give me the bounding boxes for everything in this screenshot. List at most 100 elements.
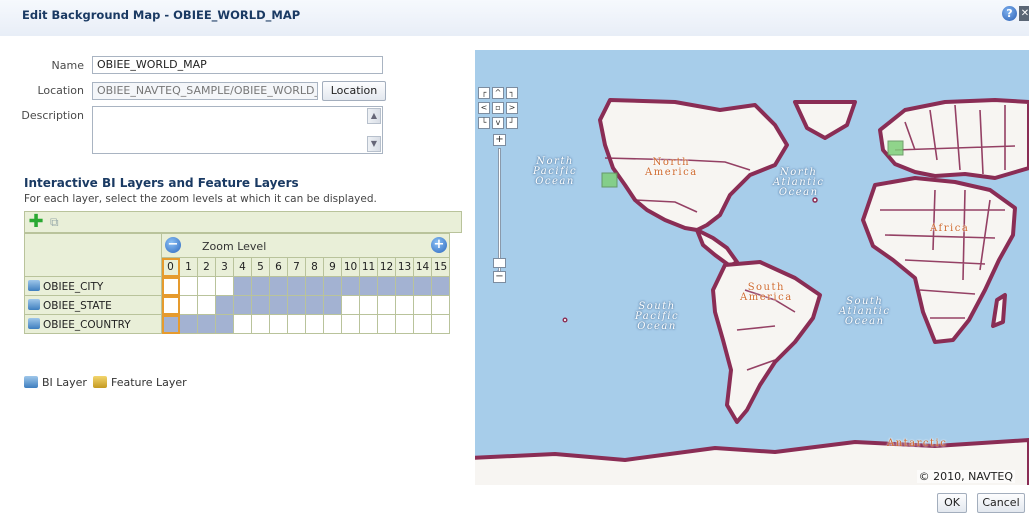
zoom-cell[interactable] <box>395 314 414 334</box>
pan-west-icon[interactable]: < <box>478 102 490 114</box>
label-south-america: South America <box>740 282 793 303</box>
zoom-cell[interactable] <box>179 276 198 296</box>
zoom-cell[interactable] <box>287 276 306 296</box>
zoom-out-icon[interactable]: − <box>165 237 181 253</box>
ok-button[interactable]: OK <box>937 493 967 513</box>
zoom-cell[interactable] <box>359 314 378 334</box>
zoom-cell[interactable] <box>233 276 252 296</box>
zoom-cell[interactable] <box>161 295 180 315</box>
layers-section-subtitle: For each layer, select the zoom levels a… <box>24 193 377 205</box>
europe-landmass <box>878 98 1029 180</box>
zoom-cell[interactable] <box>431 295 450 315</box>
pan-southwest-icon[interactable]: └ <box>478 117 490 129</box>
zoom-cell[interactable] <box>431 276 450 296</box>
zoom-level-11[interactable]: 11 <box>359 257 378 277</box>
layers-section-title: Interactive BI Layers and Feature Layers <box>24 176 299 190</box>
map-zoom-in-icon[interactable]: + <box>493 134 506 146</box>
zoom-level-15[interactable]: 15 <box>431 257 450 277</box>
zoom-level-14[interactable]: 14 <box>413 257 432 277</box>
scroll-down-icon[interactable]: ▼ <box>367 136 381 152</box>
zoom-cell[interactable] <box>251 295 270 315</box>
zoom-cell[interactable] <box>377 314 396 334</box>
background-map[interactable]: ┌ ^ ┐ < ▫ > └ v ┘ + − North Pacific Ocean … <box>475 50 1029 485</box>
feature-layers-icon[interactable]: ⧉ <box>50 215 66 230</box>
zoom-cell[interactable] <box>377 295 396 315</box>
zoom-cell[interactable] <box>305 295 324 315</box>
location-button[interactable]: Location <box>322 81 386 101</box>
layer-name-cell[interactable]: OBIEE_CITY <box>24 276 162 296</box>
map-zoom-slider-thumb[interactable] <box>493 258 506 268</box>
pan-northwest-icon[interactable]: ┌ <box>478 87 490 99</box>
zoom-cell[interactable] <box>359 276 378 296</box>
zoom-cell[interactable] <box>215 314 234 334</box>
zoom-cell[interactable] <box>413 314 432 334</box>
zoom-cell[interactable] <box>341 295 360 315</box>
zoom-cell[interactable] <box>197 314 216 334</box>
zoom-cell[interactable] <box>197 295 216 315</box>
zoom-cell[interactable] <box>413 295 432 315</box>
zoom-cell[interactable] <box>323 314 342 334</box>
zoom-cell[interactable] <box>161 314 180 334</box>
name-field[interactable]: OBIEE_WORLD_MAP <box>92 56 383 74</box>
zoom-level-1[interactable]: 1 <box>179 257 198 277</box>
scroll-up-icon[interactable]: ▲ <box>367 108 381 124</box>
label-south-pacific: South Pacific Ocean <box>635 301 680 332</box>
zoom-level-4[interactable]: 4 <box>233 257 252 277</box>
zoom-cell[interactable] <box>323 295 342 315</box>
zoom-cell[interactable] <box>413 276 432 296</box>
grid-header-blank <box>24 233 162 277</box>
zoom-level-5[interactable]: 5 <box>251 257 270 277</box>
zoom-cell[interactable] <box>287 295 306 315</box>
zoom-cell[interactable] <box>215 295 234 315</box>
zoom-cell[interactable] <box>395 276 414 296</box>
layers-toolbar: ✚ ⧉ <box>24 211 462 233</box>
zoom-cell[interactable] <box>287 314 306 334</box>
pan-northeast-icon[interactable]: ┐ <box>506 87 518 99</box>
zoom-cell[interactable] <box>215 276 234 296</box>
description-textarea[interactable]: ▲ ▼ <box>92 106 383 154</box>
zoom-cell[interactable] <box>359 295 378 315</box>
zoom-cell[interactable] <box>179 314 198 334</box>
zoom-cell[interactable] <box>305 314 324 334</box>
add-layer-icon[interactable]: ✚ <box>28 213 44 231</box>
layer-name-cell[interactable]: OBIEE_COUNTRY <box>24 314 162 334</box>
zoom-cell[interactable] <box>179 295 198 315</box>
zoom-level-2[interactable]: 2 <box>197 257 216 277</box>
zoom-cell[interactable] <box>251 276 270 296</box>
zoom-cell[interactable] <box>395 295 414 315</box>
zoom-level-8[interactable]: 8 <box>305 257 324 277</box>
zoom-level-7[interactable]: 7 <box>287 257 306 277</box>
zoom-level-6[interactable]: 6 <box>269 257 288 277</box>
zoom-level-10[interactable]: 10 <box>341 257 360 277</box>
zoom-cell[interactable] <box>251 314 270 334</box>
zoom-level-0[interactable]: 0 <box>161 257 180 277</box>
zoom-cell[interactable] <box>305 276 324 296</box>
zoom-in-icon[interactable]: + <box>431 237 447 253</box>
pan-south-icon[interactable]: v <box>492 117 504 129</box>
pan-center-icon[interactable]: ▫ <box>492 102 504 114</box>
zoom-level-13[interactable]: 13 <box>395 257 414 277</box>
zoom-cell[interactable] <box>269 276 288 296</box>
zoom-level-9[interactable]: 9 <box>323 257 342 277</box>
pan-north-icon[interactable]: ^ <box>492 87 504 99</box>
zoom-cell[interactable] <box>341 314 360 334</box>
close-icon[interactable]: ✕ <box>1019 6 1029 21</box>
zoom-cell[interactable] <box>161 276 180 296</box>
zoom-cell[interactable] <box>323 276 342 296</box>
cancel-button[interactable]: Cancel <box>977 493 1025 513</box>
pan-southeast-icon[interactable]: ┘ <box>506 117 518 129</box>
layer-name-cell[interactable]: OBIEE_STATE <box>24 295 162 315</box>
pan-east-icon[interactable]: > <box>506 102 518 114</box>
zoom-level-3[interactable]: 3 <box>215 257 234 277</box>
map-zoom-out-icon[interactable]: − <box>493 271 506 283</box>
zoom-cell[interactable] <box>197 276 216 296</box>
zoom-level-12[interactable]: 12 <box>377 257 396 277</box>
help-icon[interactable]: ? <box>1002 6 1017 21</box>
zoom-cell[interactable] <box>269 314 288 334</box>
zoom-cell[interactable] <box>233 295 252 315</box>
zoom-cell[interactable] <box>233 314 252 334</box>
zoom-cell[interactable] <box>431 314 450 334</box>
zoom-cell[interactable] <box>341 276 360 296</box>
zoom-cell[interactable] <box>269 295 288 315</box>
zoom-cell[interactable] <box>377 276 396 296</box>
